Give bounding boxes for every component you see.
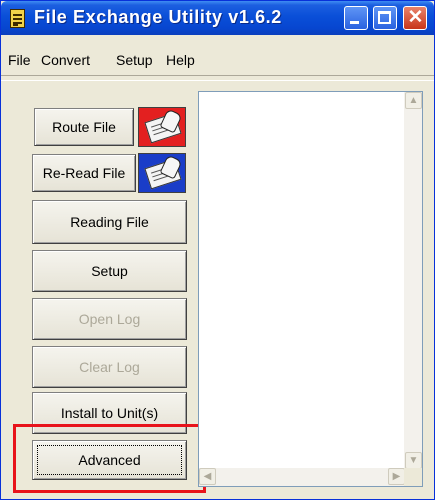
window-title: File Exchange Utility v1.6.2 <box>34 7 282 27</box>
menu-convert[interactable]: Convert <box>41 52 90 68</box>
log-listbox[interactable]: ▲ ▼ ◀ ▶ <box>198 91 423 487</box>
maximize-button[interactable] <box>373 6 397 30</box>
horizontal-scrollbar[interactable]: ◀ ▶ <box>199 468 405 486</box>
minimize-button[interactable] <box>344 6 368 30</box>
close-icon: ✕ <box>407 7 424 28</box>
main-window: File Exchange Utility v1.6.2 ✕ File Conv… <box>0 0 435 500</box>
title-bar[interactable]: File Exchange Utility v1.6.2 ✕ <box>1 1 434 35</box>
menu-file[interactable]: File <box>8 52 31 68</box>
scrollbar-corner <box>404 468 422 486</box>
scroll-down-button[interactable]: ▼ <box>405 452 422 469</box>
highlight-box <box>13 424 206 493</box>
menu-separator <box>1 75 434 76</box>
route-file-icon-button[interactable] <box>138 107 186 147</box>
minimize-icon <box>350 21 359 24</box>
clear-log-button[interactable]: Clear Log <box>32 346 187 388</box>
route-file-button[interactable]: Route File <box>34 108 134 146</box>
scroll-left-button[interactable]: ◀ <box>199 468 216 485</box>
reread-file-icon-button[interactable] <box>138 153 186 193</box>
menu-setup[interactable]: Setup <box>116 52 153 68</box>
setup-button[interactable]: Setup <box>32 250 187 292</box>
scroll-up-button[interactable]: ▲ <box>405 92 422 109</box>
scroll-right-button[interactable]: ▶ <box>388 468 405 485</box>
app-notepad-icon[interactable] <box>10 9 25 28</box>
reread-file-button[interactable]: Re-Read File <box>32 154 136 192</box>
close-button[interactable]: ✕ <box>403 6 427 30</box>
vertical-scrollbar[interactable]: ▲ ▼ <box>404 92 422 469</box>
menu-separator-highlight <box>1 80 434 81</box>
reading-file-button[interactable]: Reading File <box>32 200 187 244</box>
maximize-icon <box>378 11 391 24</box>
menu-bar: File Convert Setup Help <box>1 49 434 73</box>
open-log-button[interactable]: Open Log <box>32 298 187 340</box>
menu-help[interactable]: Help <box>166 52 195 68</box>
